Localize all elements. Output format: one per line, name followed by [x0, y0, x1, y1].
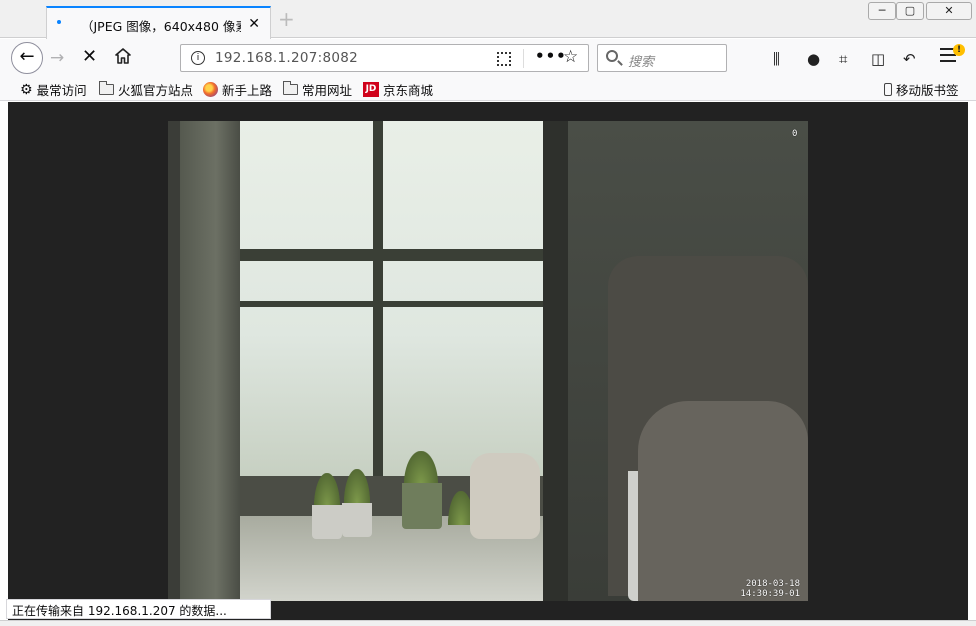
bookmark-label: 最常访问 — [36, 83, 87, 98]
search-box[interactable]: 搜索 — [597, 44, 727, 72]
plant — [314, 473, 340, 507]
plant-pot — [342, 503, 372, 537]
osd-channel: 0 — [792, 129, 798, 139]
navigation-bar: ← → ✕ i 192.168.1.207:8082 ••• ☆ 搜索 ⫼ ● … — [0, 39, 976, 78]
qr-code-icon[interactable] — [497, 52, 511, 66]
home-icon[interactable] — [114, 47, 132, 65]
stool — [470, 453, 540, 539]
tab-close-icon[interactable]: ✕ — [248, 16, 260, 32]
tab-title: （JPEG 图像，640x480 像素） — [81, 19, 241, 34]
undo-icon[interactable]: ↶ — [903, 50, 916, 68]
plant-pot — [312, 505, 342, 539]
address-bar[interactable]: i 192.168.1.207:8082 ••• ☆ — [180, 44, 589, 72]
page-actions-button[interactable]: ••• — [535, 47, 567, 65]
minimize-button[interactable]: ─ — [868, 2, 896, 20]
stop-button[interactable]: ✕ — [82, 46, 97, 67]
door-frame — [180, 121, 240, 601]
title-bar: （JPEG 图像，640x480 像素） ✕ + ─ ▢ ✕ — [0, 0, 976, 39]
mobile-icon — [884, 83, 892, 96]
folder-icon — [99, 81, 114, 95]
bookmark-jd[interactable]: JD 京东商城 — [363, 80, 433, 99]
bookmark-firefox-official[interactable]: 火狐官方站点 — [99, 80, 193, 99]
bookmarks-bar: ⚙ 最常访问 火狐官方站点 新手上路 常用网址 JD 京东商城 移动版书签 — [0, 78, 976, 101]
maximize-button[interactable]: ▢ — [896, 2, 924, 20]
search-icon — [606, 50, 618, 62]
loading-indicator-icon — [57, 20, 61, 24]
new-tab-button[interactable]: + — [278, 8, 295, 30]
osd-date: 2018-03-18 — [745, 579, 800, 589]
library-icon[interactable]: ⫼ — [773, 50, 780, 68]
site-info-icon[interactable]: i — [191, 51, 205, 65]
window-bottom-border — [0, 620, 976, 626]
bookmark-star-icon[interactable]: ☆ — [563, 47, 578, 67]
jd-icon: JD — [363, 82, 379, 97]
bookmark-label: 常用网址 — [302, 83, 353, 98]
window-frame — [238, 301, 543, 307]
firefox-icon — [203, 82, 218, 97]
bookmark-label: 火狐官方站点 — [118, 83, 194, 98]
folder-icon — [283, 81, 298, 95]
window-close-button[interactable]: ✕ — [926, 2, 972, 20]
search-placeholder[interactable]: 搜索 — [628, 51, 654, 70]
door-edge — [543, 121, 568, 601]
window-frame — [238, 249, 543, 261]
active-tab[interactable]: （JPEG 图像，640x480 像素） ✕ — [46, 6, 271, 39]
back-button[interactable]: ← — [11, 42, 43, 74]
chat-icon[interactable]: ● — [807, 50, 820, 68]
forward-button[interactable]: → — [50, 48, 64, 68]
screenshot-crop-icon[interactable]: ⌗ — [839, 50, 847, 68]
bookmark-label: 京东商城 — [383, 83, 434, 98]
plant-pot — [402, 483, 442, 529]
window-view — [238, 121, 543, 476]
bookmark-getting-started[interactable]: 新手上路 — [203, 80, 272, 99]
bookmark-most-visited[interactable]: ⚙ 最常访问 — [20, 80, 87, 99]
plant — [404, 451, 438, 485]
window-frame — [373, 121, 383, 476]
status-bar: 正在传输来自 192.168.1.207 的数据... — [6, 599, 271, 619]
update-badge-icon: ! — [953, 44, 965, 56]
bookmark-label: 新手上路 — [222, 83, 273, 98]
gear-icon: ⚙ — [20, 81, 33, 98]
urlbar-divider — [523, 49, 524, 68]
sidebar-icon[interactable]: ◫ — [871, 50, 885, 68]
bookmark-label: 移动版书签 — [896, 83, 959, 98]
camera-snapshot-image: 0 2018-03-18 14:30:39-01 — [168, 121, 808, 601]
url-text[interactable]: 192.168.1.207:8082 — [215, 50, 358, 66]
osd-time: 14:30:39-01 — [740, 589, 800, 599]
draped-cloth — [638, 401, 808, 601]
bookmark-common-sites[interactable]: 常用网址 — [283, 80, 352, 99]
mobile-bookmarks[interactable]: 移动版书签 — [884, 80, 959, 99]
plant — [344, 469, 370, 503]
